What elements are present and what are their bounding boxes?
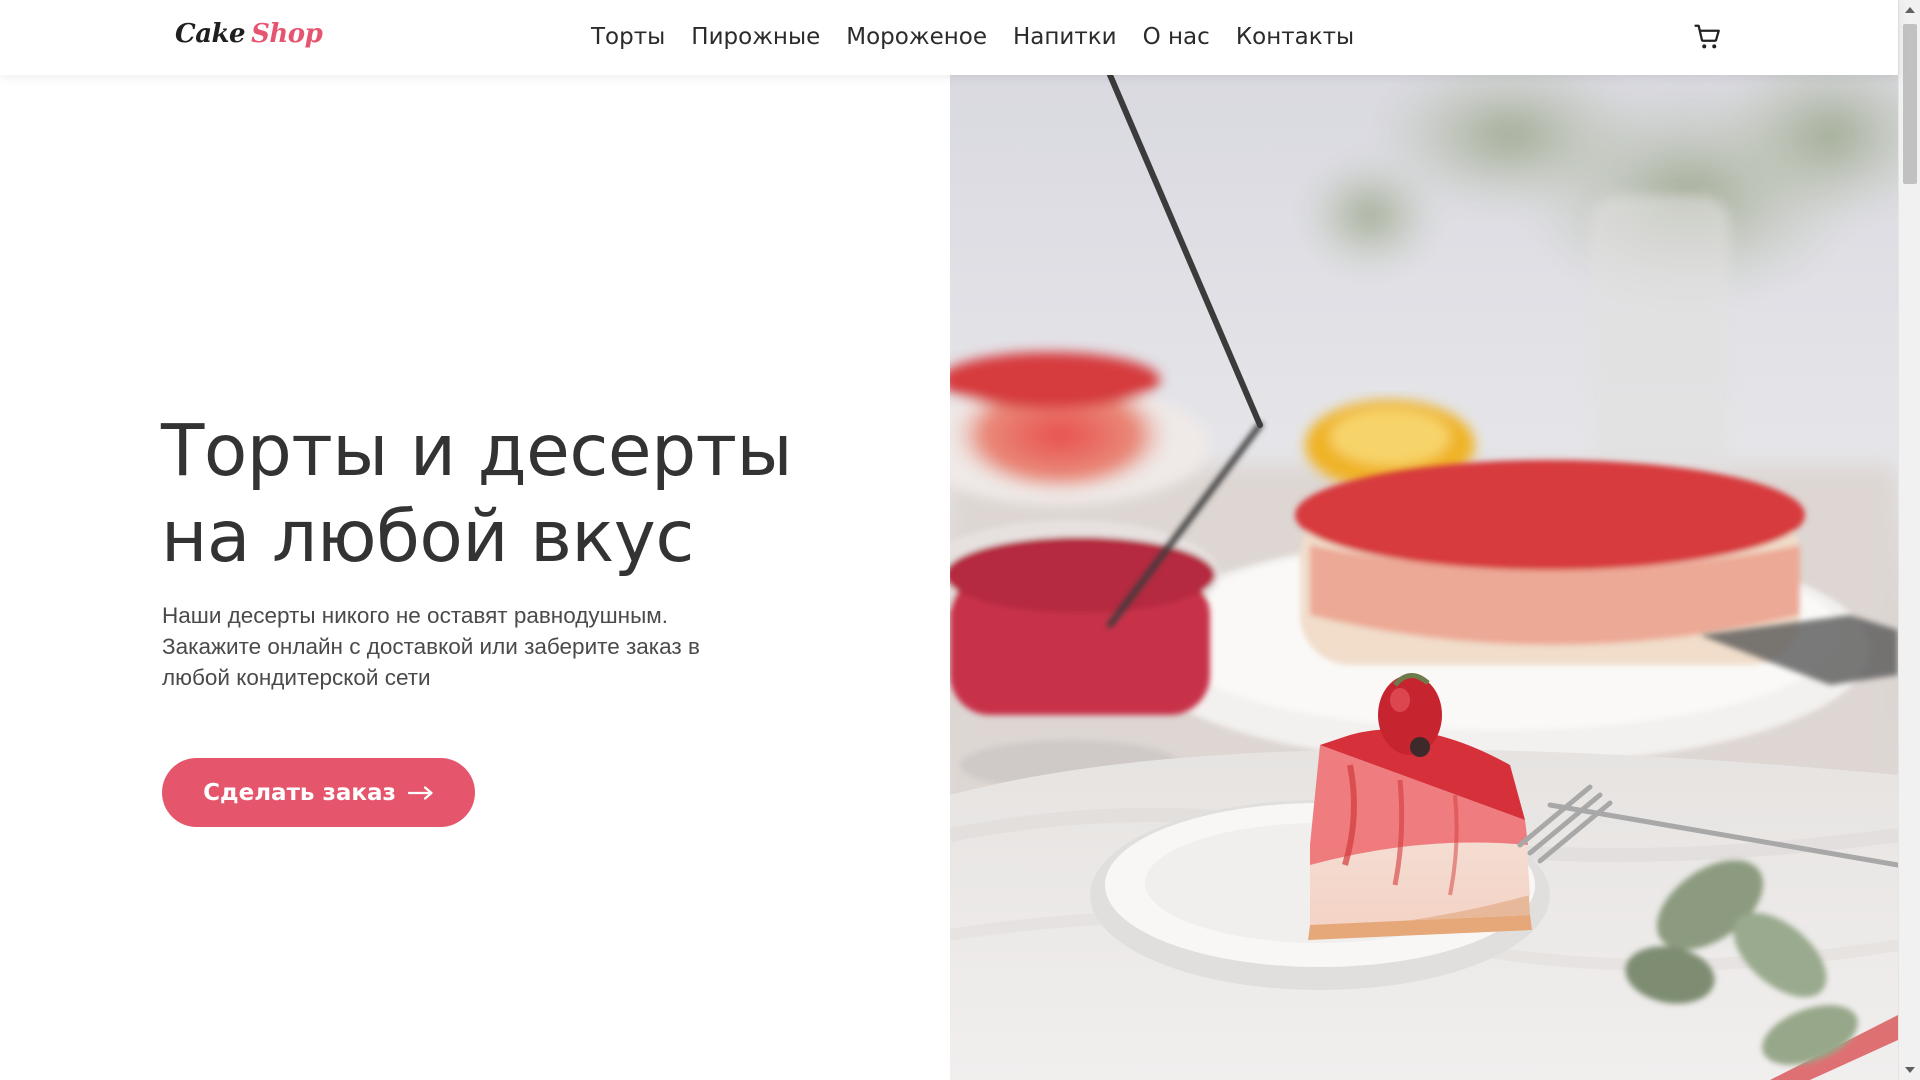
nav-item-cakes[interactable]: Торты (591, 22, 665, 52)
hero-title: Торты и десерты на любой вкус (161, 408, 921, 580)
hero-description-line-1: Наши десерты никого не оставят равнодушн… (162, 603, 668, 628)
hero-description-line-3: любой кондитерской сети (162, 665, 431, 690)
hero-cheesecake-photo (950, 75, 1898, 1080)
hero-description: Наши десерты никого не оставят равнодушн… (162, 600, 802, 693)
nav-item-contacts[interactable]: Контакты (1236, 22, 1354, 52)
nav-item-about[interactable]: О нас (1143, 22, 1210, 52)
page-scrollbar[interactable] (1898, 0, 1920, 1080)
site-header: Cake Shop Торты Пирожные Мороженое Напитк… (0, 0, 1898, 75)
scroll-down-arrow-icon[interactable] (1905, 1067, 1915, 1073)
nav-item-ice-cream[interactable]: Мороженое (846, 22, 987, 52)
logo[interactable]: Cake Shop (175, 19, 323, 49)
arrow-right-icon (407, 785, 433, 800)
logo-word-cake: Cake (175, 19, 246, 49)
order-button-label: Сделать заказ (203, 779, 396, 806)
hero-title-line-2: на любой вкус (161, 495, 694, 578)
nav-item-pastries[interactable]: Пирожные (691, 22, 820, 52)
main-nav: Торты Пирожные Мороженое Напитки О нас К… (591, 22, 1354, 52)
hero-title-line-1: Торты и десерты (161, 409, 793, 492)
order-button[interactable]: Сделать заказ (162, 758, 475, 827)
scroll-up-arrow-icon[interactable] (1905, 7, 1915, 13)
hero-description-line-2: Закажите онлайн с доставкой или заберите… (162, 634, 700, 659)
page: Cake Shop Торты Пирожные Мороженое Напитк… (0, 0, 1920, 1080)
logo-word-shop: Shop (251, 19, 323, 49)
scrollbar-thumb[interactable] (1903, 24, 1917, 184)
shopping-cart-icon[interactable] (1693, 22, 1723, 52)
nav-item-drinks[interactable]: Напитки (1013, 22, 1117, 52)
